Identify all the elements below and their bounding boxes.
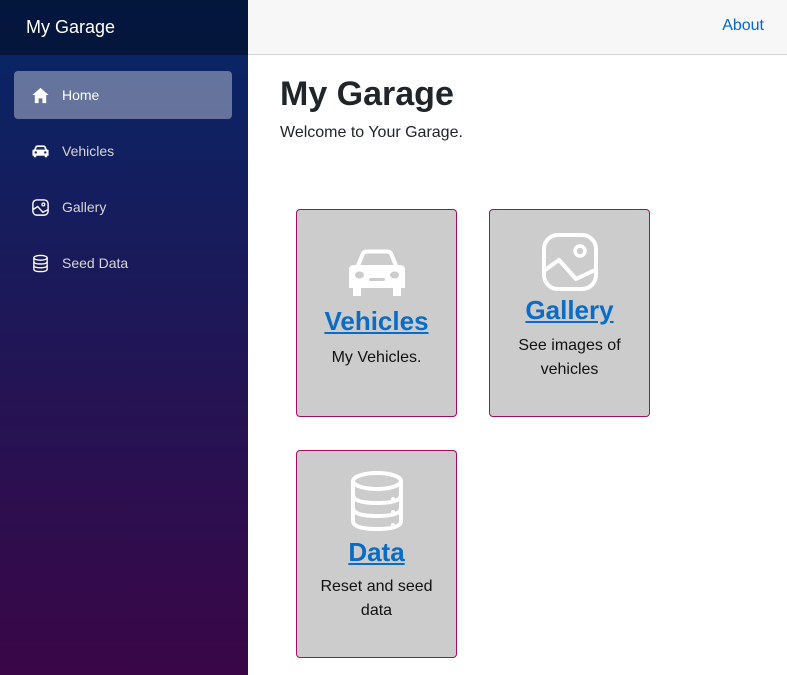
gallery-link[interactable]: Gallery <box>490 295 649 326</box>
sidebar-nav: Home Vehicles Gallery Seed Data <box>0 55 248 287</box>
top-bar: About <box>248 0 787 55</box>
app-title[interactable]: My Garage <box>26 17 115 38</box>
vehicles-link[interactable]: Vehicles <box>297 306 456 337</box>
sidebar: My Garage Home Vehicles Gallery Seed Dat… <box>0 0 248 675</box>
car-icon <box>30 141 50 161</box>
page-subtitle: Welcome to Your Garage. <box>280 124 463 141</box>
image-icon <box>490 232 649 292</box>
data-card: Data Reset and seed data <box>296 450 457 658</box>
card-description: Reset and seed data <box>320 578 433 619</box>
database-icon <box>30 253 50 273</box>
database-icon <box>297 471 456 533</box>
image-icon <box>30 197 50 217</box>
sidebar-item-label: Seed Data <box>62 255 129 271</box>
car-icon <box>297 248 456 298</box>
sidebar-item-label: Home <box>62 87 100 103</box>
sidebar-item-vehicles[interactable]: Vehicles <box>14 127 232 175</box>
about-link[interactable]: About <box>722 17 764 35</box>
vehicles-card: Vehicles My Vehicles. <box>296 209 457 417</box>
gallery-card: Gallery See images of vehicles <box>489 209 650 417</box>
card-description: See images of vehicles <box>518 337 621 378</box>
sidebar-item-home[interactable]: Home <box>14 71 232 119</box>
card-description: My Vehicles. <box>331 349 422 366</box>
page-title: My Garage <box>280 75 454 113</box>
home-icon <box>30 85 50 105</box>
sidebar-item-seed-data[interactable]: Seed Data <box>14 239 232 287</box>
app-brand[interactable]: My Garage <box>0 0 248 55</box>
data-link[interactable]: Data <box>297 537 456 568</box>
sidebar-item-label: Gallery <box>62 199 107 215</box>
sidebar-item-label: Vehicles <box>62 143 115 159</box>
sidebar-item-gallery[interactable]: Gallery <box>14 183 232 231</box>
